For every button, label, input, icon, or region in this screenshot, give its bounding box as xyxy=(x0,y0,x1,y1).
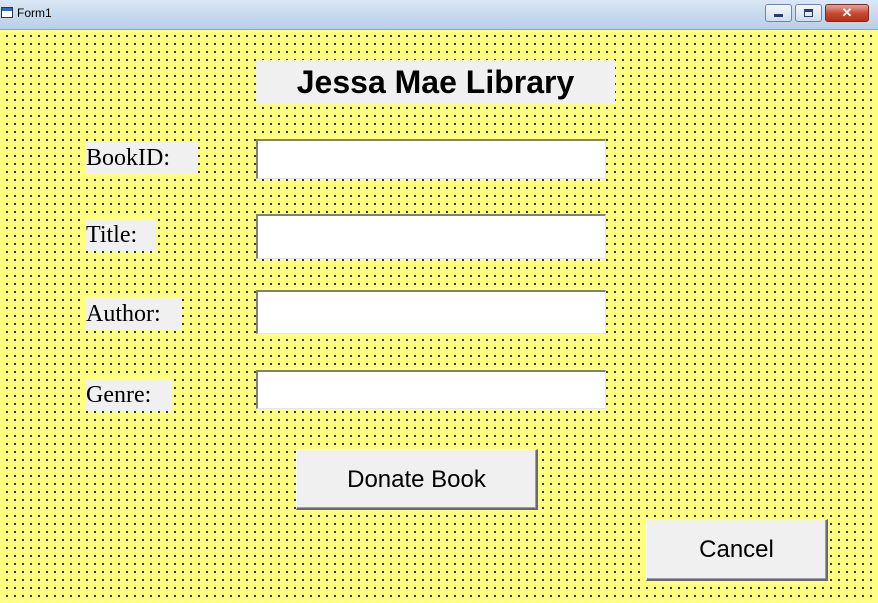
minimize-icon xyxy=(774,14,783,17)
title-bar[interactable]: Form1 ✕ xyxy=(0,0,878,30)
close-icon: ✕ xyxy=(841,5,853,20)
title-label: Title: xyxy=(86,219,156,251)
genre-label: Genre: xyxy=(86,379,171,411)
window-title: Form1 xyxy=(17,6,52,20)
maximize-icon xyxy=(804,9,813,17)
donate-book-button[interactable]: Donate Book xyxy=(296,449,538,510)
close-button[interactable]: ✕ xyxy=(825,4,869,22)
page-title: Jessa Mae Library xyxy=(256,60,615,104)
author-label: Author: xyxy=(86,298,181,330)
app-icon[interactable] xyxy=(1,7,13,18)
cancel-button[interactable]: Cancel xyxy=(646,519,828,581)
title-field[interactable] xyxy=(256,214,606,259)
bookid-label: BookID: xyxy=(86,142,198,174)
genre-field[interactable] xyxy=(256,370,606,409)
bookid-field[interactable] xyxy=(256,139,606,179)
author-field[interactable] xyxy=(256,290,606,334)
minimize-button[interactable] xyxy=(765,4,792,22)
maximize-button[interactable] xyxy=(795,4,822,22)
